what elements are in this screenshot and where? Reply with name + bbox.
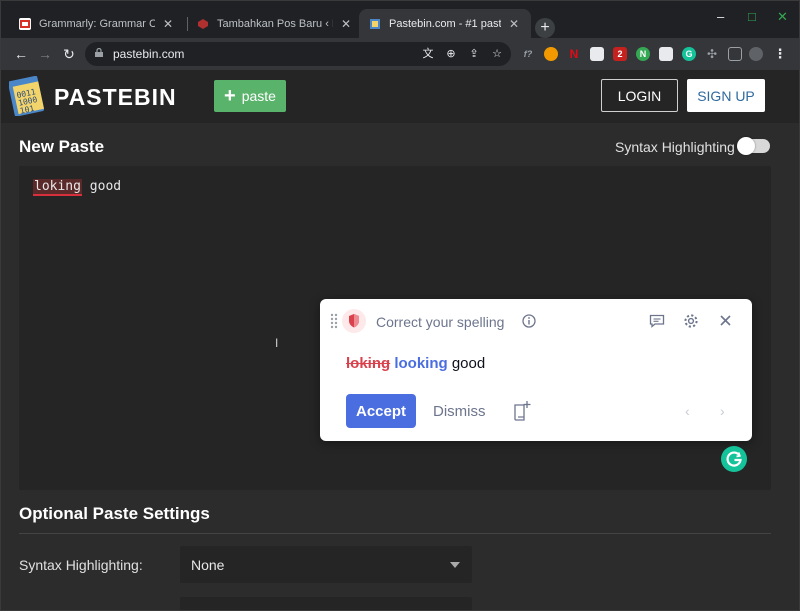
- add-to-dictionary-icon[interactable]: [513, 400, 531, 422]
- new-paste-label: paste: [241, 88, 276, 104]
- tab-grammarly[interactable]: Grammarly: Grammar Checker and Writing A…: [9, 9, 185, 38]
- plus-icon: +: [224, 85, 236, 107]
- syntax-toggle-label: Syntax Highlighting: [615, 139, 735, 155]
- tab-title: Tambahkan Pos Baru ‹ Blog Teknologi: [217, 17, 333, 30]
- translate-icon[interactable]: 文: [421, 47, 435, 61]
- suggestion-preview: loking looking good: [346, 355, 485, 372]
- menu-kebab-icon[interactable]: ⋮: [773, 47, 787, 61]
- toggle-knob: [737, 137, 755, 155]
- puzzle-extension-icon[interactable]: ✣: [705, 47, 719, 61]
- next-settings-select[interactable]: [180, 597, 472, 610]
- syntax-select-value: None: [191, 557, 225, 573]
- accept-button[interactable]: Accept: [346, 394, 416, 428]
- new-paste-button[interactable]: + paste: [214, 80, 286, 112]
- close-tab-icon[interactable]: ✕: [507, 17, 521, 31]
- next-suggestion-icon[interactable]: ›: [720, 403, 725, 419]
- back-icon[interactable]: ←: [13, 46, 29, 62]
- context-word: good: [451, 355, 486, 372]
- reload-icon[interactable]: ↻: [61, 46, 77, 62]
- pastebin-favicon-icon: [369, 18, 381, 30]
- suggestion-title: Correct your spelling: [376, 314, 505, 330]
- blog-favicon-icon: [197, 18, 209, 30]
- sidepanel-icon[interactable]: [728, 47, 742, 61]
- paste-text: loking good: [33, 179, 122, 196]
- misspelled-word[interactable]: loking: [33, 179, 82, 196]
- original-word: loking: [346, 355, 391, 372]
- zoom-icon[interactable]: ⊕: [444, 47, 458, 61]
- pastebin-page: 0011 1000 101 PASTEBIN + paste LOGIN SIG…: [1, 70, 799, 610]
- page-title: New Paste: [19, 137, 105, 156]
- formula-extension-icon[interactable]: f?: [521, 47, 535, 61]
- syntax-highlighting-select[interactable]: None: [180, 546, 472, 583]
- minimize-icon[interactable]: –: [717, 9, 724, 24]
- bookmark-star-icon[interactable]: ☆: [490, 47, 504, 61]
- tab-strip: Grammarly: Grammar Checker and Writing A…: [1, 1, 799, 38]
- drag-handle-icon[interactable]: [330, 313, 338, 329]
- close-tab-icon[interactable]: ✕: [161, 17, 175, 31]
- address-bar[interactable]: pastebin.com 文 ⊕ ⇪ ☆: [85, 42, 511, 66]
- brand-name[interactable]: PASTEBIN: [54, 84, 177, 111]
- close-window-icon[interactable]: ✕: [777, 9, 788, 25]
- previous-suggestion-icon[interactable]: ‹: [685, 403, 690, 419]
- paste-rest-text: good: [81, 179, 122, 194]
- gear-icon[interactable]: [683, 313, 699, 329]
- share-icon[interactable]: ⇪: [467, 47, 481, 61]
- site-header: 0011 1000 101 PASTEBIN + paste LOGIN SIG…: [1, 70, 799, 123]
- tab-title: Grammarly: Grammar Checker and Writing A…: [39, 17, 155, 30]
- netflix-extension-icon[interactable]: N: [567, 47, 581, 61]
- grammarly-suggestion-card: Correct your spelling loking looking goo…: [320, 299, 752, 441]
- profile-avatar[interactable]: [749, 47, 763, 61]
- optional-settings-title: Optional Paste Settings: [19, 504, 210, 523]
- mask-extension-icon[interactable]: [590, 47, 604, 61]
- browser-toolbar: ← → ↻ pastebin.com 文 ⊕ ⇪ ☆ f? N 2 N G ✣ …: [1, 38, 799, 70]
- syntax-highlighting-toggle[interactable]: [737, 137, 770, 155]
- section-divider: [19, 533, 771, 534]
- login-button[interactable]: LOGIN: [601, 79, 678, 112]
- cookie-extension-icon[interactable]: [544, 47, 558, 61]
- tab-title: Pastebin.com - #1 paste tool since 2002!: [389, 17, 501, 30]
- close-icon[interactable]: [719, 314, 732, 327]
- grammarly-extension-icon[interactable]: G: [682, 47, 696, 61]
- correctness-shield-icon: [342, 309, 366, 333]
- tab-pastebin[interactable]: Pastebin.com - #1 paste tool since 2002!…: [359, 9, 531, 38]
- new-tab-button[interactable]: +: [535, 18, 555, 38]
- tab-wordpress[interactable]: Tambahkan Pos Baru ‹ Blog Teknologi ✕: [187, 9, 363, 38]
- forward-icon[interactable]: →: [37, 46, 53, 62]
- badge-extension-icon[interactable]: 2: [613, 47, 627, 61]
- text-cursor-icon: I: [275, 336, 279, 350]
- feedback-icon[interactable]: [649, 314, 665, 328]
- grammarly-favicon-icon: [19, 17, 31, 30]
- dismiss-button[interactable]: Dismiss: [433, 403, 486, 420]
- suggested-word[interactable]: looking: [394, 355, 447, 372]
- info-icon[interactable]: [522, 314, 536, 328]
- syntax-select-label: Syntax Highlighting:: [19, 557, 143, 573]
- pastebin-logo-icon[interactable]: 0011 1000 101: [9, 76, 45, 116]
- close-tab-icon[interactable]: ✕: [339, 17, 353, 31]
- chevron-down-icon: [450, 562, 460, 568]
- n-extension-icon[interactable]: N: [636, 47, 650, 61]
- grammarly-badge-icon[interactable]: [721, 446, 747, 472]
- lock-icon: [95, 48, 103, 57]
- browser-window: Grammarly: Grammar Checker and Writing A…: [0, 0, 800, 611]
- svg-text:101: 101: [19, 104, 35, 116]
- maximize-icon[interactable]: □: [748, 9, 756, 24]
- camera-extension-icon[interactable]: [659, 47, 673, 61]
- url-text: pastebin.com: [113, 47, 185, 61]
- signup-button[interactable]: SIGN UP: [687, 79, 765, 112]
